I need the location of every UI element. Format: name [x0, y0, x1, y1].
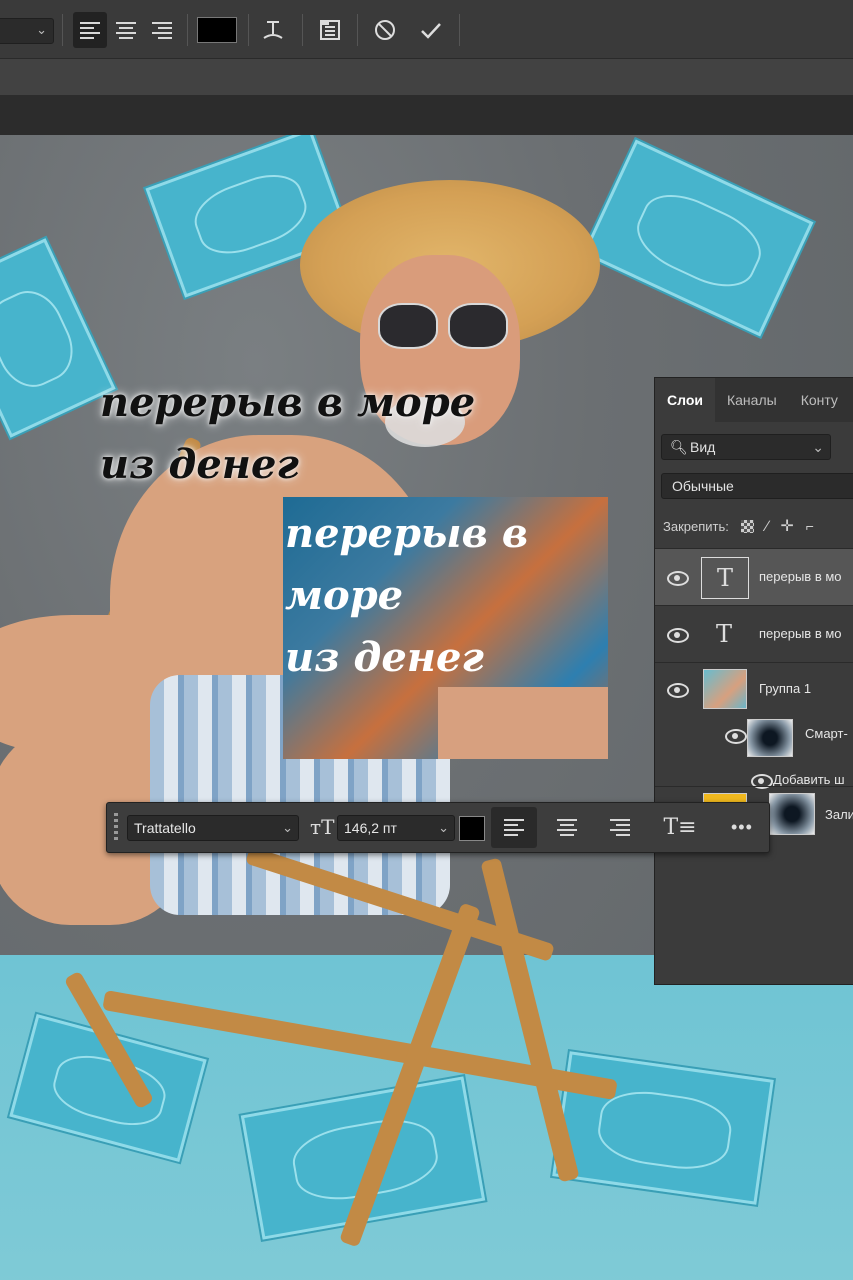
- layer-row[interactable]: T перерыв в мо: [655, 605, 853, 662]
- chevron-down-icon: ⌄: [36, 22, 47, 37]
- caption-line: перерыв в море: [285, 510, 529, 619]
- cancel-button[interactable]: [368, 12, 402, 48]
- font-family-value: Trattatello: [134, 820, 196, 836]
- separator: [459, 14, 460, 46]
- chevron-down-icon: ⌄: [282, 820, 293, 835]
- move-icon[interactable]: ✛: [780, 516, 793, 536]
- caption-text[interactable]: перерыв в море из денег: [100, 372, 475, 496]
- blend-mode-dropdown[interactable]: Обычные: [661, 473, 853, 499]
- character-panel-icon: [320, 20, 340, 40]
- text-layer-icon: T: [715, 620, 732, 648]
- checkmark-icon: [421, 23, 441, 39]
- text-color-swatch[interactable]: [459, 816, 485, 841]
- options-bar: ⌄: [0, 0, 853, 59]
- warp-text-icon: [263, 21, 283, 39]
- font-size-icon: ᴛT: [310, 815, 335, 839]
- contextual-task-bar: Trattatello ⌄ ᴛT 146,2 пт ⌄ T≡ •••: [106, 802, 770, 853]
- tab-paths[interactable]: Конту: [789, 378, 850, 422]
- align-center-icon: [116, 21, 136, 39]
- smart-object-thumbnail: [747, 719, 793, 757]
- layer-name: Зали: [825, 807, 853, 822]
- lock-row: Закрепить: ∕ ✛ ⌐: [663, 516, 814, 536]
- brush-icon[interactable]: ∕: [766, 518, 769, 535]
- layer-row-group[interactable]: Группа 1 Смарт-: [655, 662, 853, 771]
- align-right-icon: [152, 21, 172, 39]
- panel-tabs: Слои Каналы Конту: [655, 378, 853, 422]
- separator: [357, 14, 358, 46]
- tab-channels[interactable]: Каналы: [715, 378, 789, 422]
- font-family-dropdown[interactable]: Trattatello ⌄: [127, 815, 299, 841]
- text-layer-icon: T: [701, 557, 749, 599]
- align-right-button[interactable]: [145, 12, 179, 48]
- text-settings-icon: T≡: [663, 815, 697, 840]
- caption-line: из денег: [285, 634, 484, 681]
- document-tabs-bar: [0, 59, 853, 95]
- banknote: [0, 238, 116, 438]
- layer-name: перерыв в мо: [759, 626, 842, 641]
- layer-name: Смарт-: [805, 726, 848, 741]
- mask-thumbnail: [769, 793, 815, 835]
- more-options-icon[interactable]: •••: [731, 817, 753, 838]
- align-left-button[interactable]: [491, 807, 537, 848]
- caption-line: перерыв в море: [100, 379, 476, 426]
- hand: [438, 687, 608, 759]
- commit-button[interactable]: [414, 12, 448, 48]
- layer-filter-dropdown[interactable]: 🔍︎ Вид ⌄: [661, 434, 831, 460]
- align-center-button[interactable]: [544, 807, 590, 848]
- tab-layers[interactable]: Слои: [655, 378, 715, 422]
- align-right-icon: [610, 819, 630, 836]
- layer-name: Группа 1: [759, 681, 812, 696]
- font-size-value: 146,2 пт: [344, 820, 397, 836]
- chevron-down-icon: ⌄: [438, 820, 449, 835]
- lock-label: Закрепить:: [663, 518, 729, 534]
- font-size-dropdown[interactable]: ⌄: [0, 18, 54, 44]
- separator: [248, 14, 249, 46]
- cancel-icon: [375, 20, 395, 40]
- align-center-icon: [557, 819, 577, 836]
- visibility-eye-icon[interactable]: [667, 683, 689, 698]
- align-center-button[interactable]: [109, 12, 143, 48]
- text-options-button[interactable]: T≡: [657, 807, 703, 848]
- separator: [302, 14, 303, 46]
- character-panel-button[interactable]: [313, 12, 347, 48]
- text-color-swatch[interactable]: [197, 17, 237, 43]
- artboard-icon[interactable]: ⌐: [806, 518, 814, 534]
- align-right-button[interactable]: [597, 807, 643, 848]
- sunglasses: [378, 303, 508, 349]
- blend-mode-label: Обычные: [672, 478, 734, 494]
- search-icon: 🔍︎: [670, 439, 688, 455]
- visibility-eye-icon[interactable]: [725, 729, 747, 744]
- layer-row[interactable]: T перерыв в мо: [655, 548, 853, 605]
- font-size-dropdown[interactable]: 146,2 пт ⌄: [337, 815, 455, 841]
- banknote: [582, 139, 814, 337]
- layer-name: Добавить ш: [773, 772, 845, 787]
- align-left-icon: [80, 21, 100, 39]
- layers-panel: Слои Каналы Конту 🔍︎ Вид ⌄ Обычные Закре…: [654, 377, 853, 985]
- lock-transparent-icon[interactable]: [740, 519, 754, 533]
- glitch-text-preview[interactable]: перерыв в море из денег: [283, 497, 608, 759]
- group-thumbnail: [703, 669, 747, 709]
- layer-name: перерыв в мо: [759, 569, 842, 584]
- caption-line: из денег: [100, 441, 299, 488]
- warp-text-button[interactable]: [256, 12, 290, 48]
- ruler-area: [0, 95, 853, 135]
- chevron-down-icon: ⌄: [812, 439, 824, 455]
- separator: [187, 14, 188, 46]
- align-left-icon: [504, 819, 524, 836]
- visibility-eye-icon[interactable]: [667, 571, 689, 586]
- separator: [62, 14, 63, 46]
- visibility-eye-icon[interactable]: [667, 628, 689, 643]
- align-left-button[interactable]: [73, 12, 107, 48]
- glitch-caption: перерыв в море из денег: [285, 503, 608, 689]
- drag-handle[interactable]: [114, 813, 118, 841]
- filter-kind-label: Вид: [690, 439, 716, 455]
